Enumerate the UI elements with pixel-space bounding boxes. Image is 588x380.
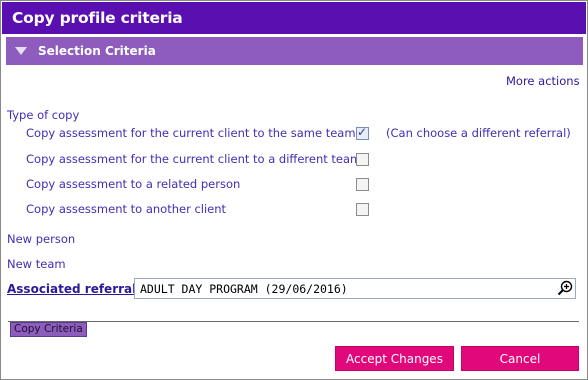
- different-team-checkbox[interactable]: [356, 153, 369, 166]
- collapse-triangle-icon[interactable]: [15, 47, 27, 55]
- same-team-checkbox[interactable]: ✓: [356, 125, 369, 140]
- option-same-team-label: Copy assessment for the current client t…: [26, 126, 356, 140]
- related-person-checkbox[interactable]: [356, 178, 369, 191]
- magnifier-plus-icon[interactable]: [557, 280, 573, 296]
- cancel-button[interactable]: Cancel: [461, 346, 579, 371]
- new-person-label: New person: [7, 232, 76, 246]
- divider: [8, 321, 579, 322]
- tab-copy-criteria[interactable]: Copy Criteria: [10, 322, 87, 337]
- option-different-team-label: Copy assessment for the current client t…: [26, 152, 362, 166]
- option-another-client-label: Copy assessment to another client: [26, 202, 227, 216]
- checkmark-icon: ✓: [357, 125, 368, 139]
- option-related-person-label: Copy assessment to a related person: [26, 177, 241, 191]
- another-client-checkbox[interactable]: [356, 203, 369, 216]
- dialog-window: Copy profile criteria Selection Criteria…: [0, 0, 588, 380]
- associated-referral-link[interactable]: Associated referral: [7, 282, 136, 296]
- dialog-title: Copy profile criteria: [2, 2, 586, 34]
- selection-criteria-header[interactable]: Selection Criteria: [6, 37, 583, 65]
- referral-note: (Can choose a different referral): [386, 126, 571, 140]
- new-team-label: New team: [7, 257, 66, 271]
- type-of-copy-label: Type of copy: [7, 108, 80, 122]
- more-actions-link[interactable]: More actions: [506, 74, 580, 88]
- associated-referral-field[interactable]: ADULT DAY PROGRAM (29/06/2016): [134, 278, 576, 299]
- section-title: Selection Criteria: [38, 44, 156, 58]
- accept-changes-button[interactable]: Accept Changes: [335, 346, 454, 371]
